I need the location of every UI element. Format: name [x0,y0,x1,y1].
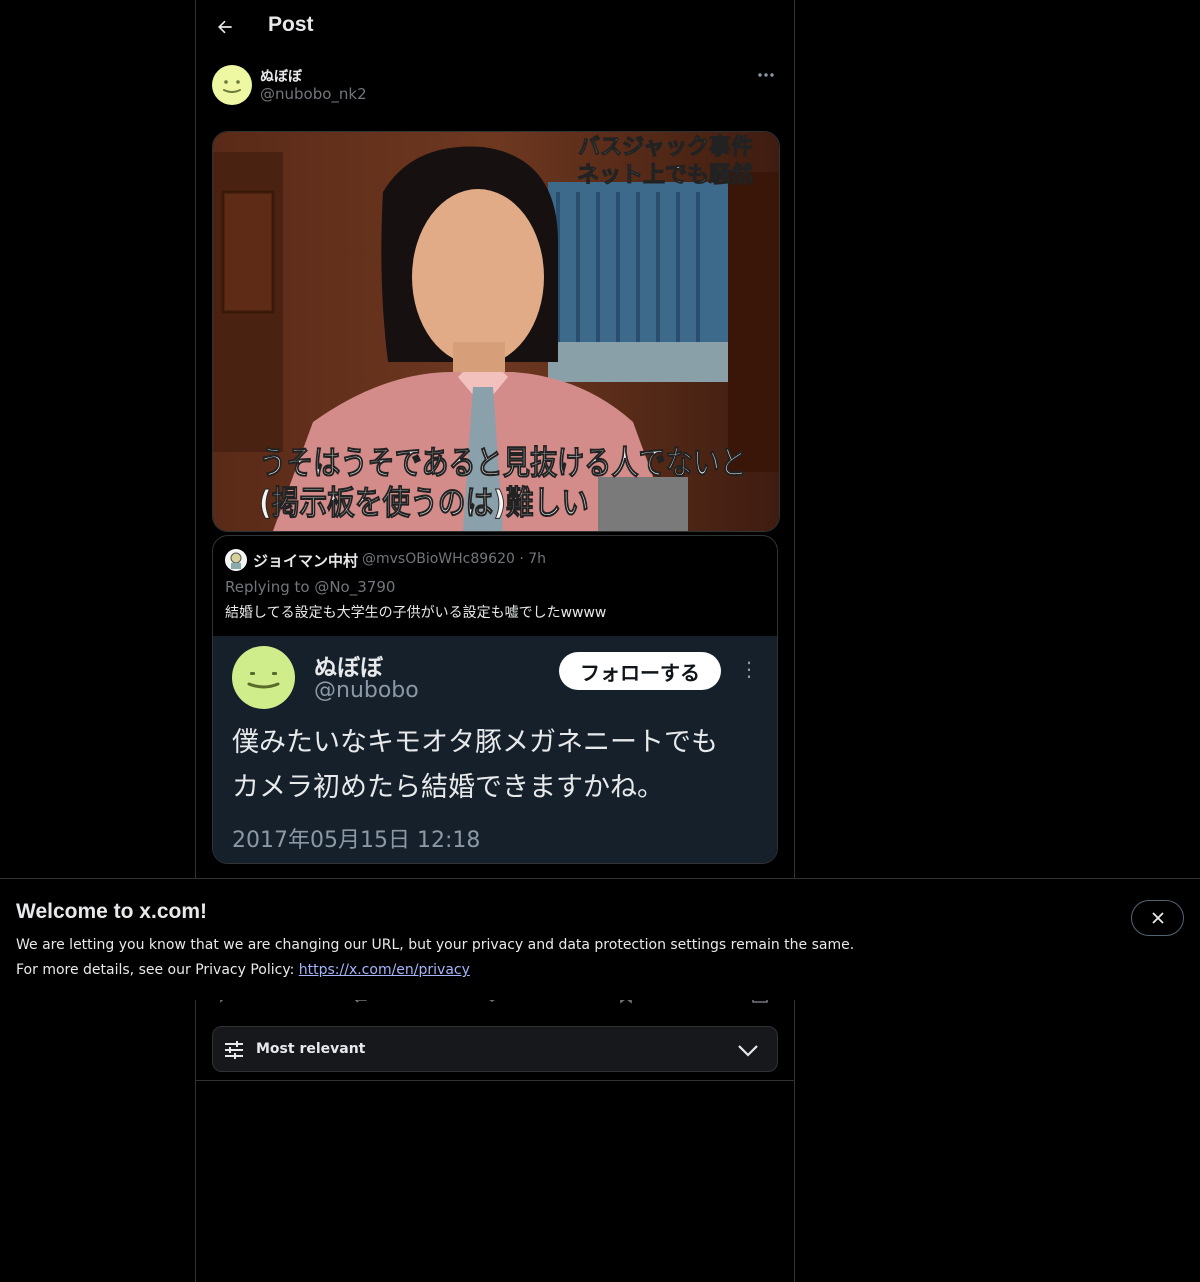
image-text-line-1: 僕みたいなキモオタ豚メガネニートでも [232,727,718,758]
smiley-icon [223,80,241,93]
image-follow-button: フォローする [559,652,721,690]
banner-message: We are letting you know that we are chan… [16,937,855,953]
arrow-left-icon [218,20,232,34]
media-caption-top-2: ネット上でも騒然 [577,162,753,188]
character-icon [226,550,246,570]
quoted-tweet[interactable]: ジョイマン中村 @mvsOBioWHc89620 · 7h Replying t… [212,535,778,864]
privacy-policy-link[interactable]: https://x.com/en/privacy [299,962,470,978]
page-header: Post [196,0,794,54]
divider [196,1080,794,1081]
more-dots-icon [758,73,774,77]
author-name[interactable]: ぬぼぼ [260,66,302,86]
image-text: 僕みたいなキモオタ豚メガネニートでも カメラ初めたら結婚できますかね。 [232,720,762,810]
quoted-avatar[interactable] [225,549,247,571]
banner-title: Welcome to x.com! [16,900,207,923]
quoted-tweet-header: ジョイマン中村 @mvsOBioWHc89620 · 7h [225,548,765,572]
replying-to: Replying to @No_3790 [225,578,396,596]
page-title: Post [268,13,314,36]
chevron-down-icon [738,1045,758,1057]
quoted-author-name[interactable]: ジョイマン中村 [253,550,358,571]
author-handle[interactable]: @nubobo_nk2 [260,85,367,103]
banner-privacy-prefix: For more details, see our Privacy Policy… [16,962,299,978]
media-caption-bottom-1: うそはうそであると見抜ける人でないと [259,443,747,482]
banner-privacy-line: For more details, see our Privacy Policy… [16,962,470,978]
post-author: ぬぼぼ @nubobo_nk2 [212,65,778,105]
main-column: Post ぬぼぼ @nubobo_nk2 バスジャック事件 ネット上でも騒然 う… [195,0,795,1282]
welcome-banner: Welcome to x.com! We are letting you kno… [0,878,1200,1000]
image-date: 2017年05月15日 12:18 [232,828,481,853]
avatar[interactable] [212,65,252,105]
smiley-icon [247,672,280,689]
close-icon [1151,912,1164,924]
image-name: ぬぼぼ [314,655,383,681]
image-handle: @nubobo [314,678,419,703]
image-text-line-2: カメラ初めたら結婚できますかね。 [232,772,664,803]
media-caption-bottom-2: (掲示板を使うのは)難しい [259,483,589,522]
more-button[interactable] [754,65,778,85]
quoted-tweet-text: 結婚してる設定も大学生の子供がいる設定も嘘でしたwwww [225,605,607,621]
post-media-image[interactable]: バスジャック事件 ネット上でも騒然 うそはうそであると見抜ける人でないと (掲示… [212,131,780,532]
quoted-tweet-image[interactable]: ぬぼぼ @nubobo フォローする ⋮ 僕みたいなキモオタ豚メガネニートでも … [213,636,777,863]
image-avatar [232,646,295,709]
back-button[interactable] [208,10,242,44]
sort-label: Most relevant [256,1041,366,1057]
quoted-author-handle[interactable]: @mvsOBioWHc89620 · 7h [362,551,546,567]
sliders-icon [225,1041,243,1059]
close-banner-button[interactable] [1131,900,1184,936]
sort-replies-dropdown[interactable]: Most relevant [212,1026,778,1072]
media-caption-top-1: バスジャック事件 [578,134,753,160]
image-more-icon: ⋮ [739,657,759,681]
